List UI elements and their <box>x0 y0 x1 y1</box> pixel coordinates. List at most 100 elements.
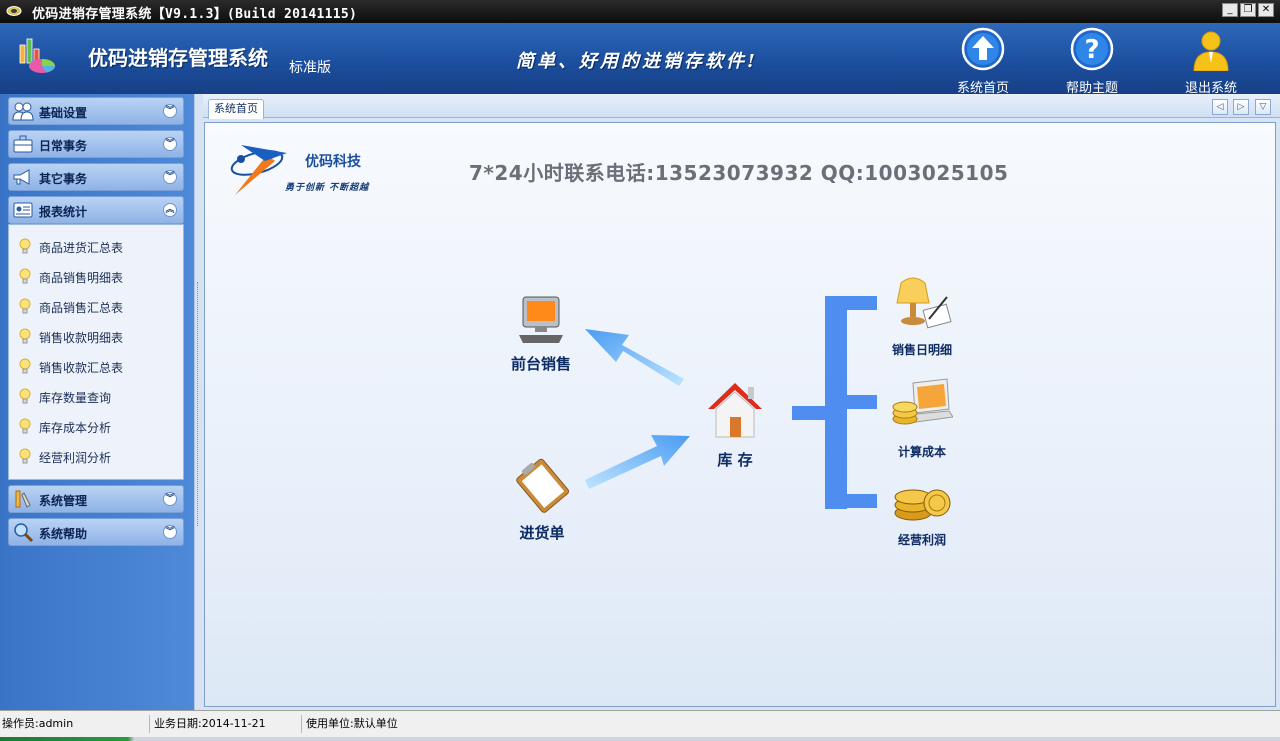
user-exit-icon <box>1193 31 1229 72</box>
chevron-down-icon[interactable]: ︾ <box>163 137 177 151</box>
report-item-label: 销售收款汇总表 <box>39 360 124 375</box>
node-label: 前台销售 <box>510 355 571 373</box>
report-item-profit-analysis[interactable]: 经营利润分析 <box>19 446 179 468</box>
magnifier-icon <box>14 523 34 542</box>
report-item-sales-summary[interactable]: 商品销售汇总表 <box>19 296 179 318</box>
chevron-down-icon[interactable]: ︾ <box>163 104 177 118</box>
app-logo-icon <box>6 6 22 16</box>
clipboard-icon <box>516 458 570 513</box>
reports-submenu: 商品进货汇总表 商品销售明细表 商品销售汇总表 销售收款明细表 销售收款汇总表 … <box>8 224 184 480</box>
node-daily-sales[interactable]: 销售日明细 <box>881 273 963 358</box>
window-controls: _ ❐ ✕ <box>1222 3 1274 17</box>
lightbulb-icon <box>19 268 31 284</box>
sidebar: 基础设置 ︾ 日常事务 ︾ 其它事务 ︾ 报表统计 ︽ 商品进货汇总表 商品销售… <box>0 94 194 710</box>
lightbulb-icon <box>19 358 31 374</box>
report-item-label: 商品销售汇总表 <box>39 300 124 315</box>
tab-next-button[interactable]: ▷ <box>1233 99 1249 115</box>
menu-group-reports[interactable]: 报表统计 ︽ <box>8 196 184 224</box>
report-item-label: 商品销售明细表 <box>39 270 124 285</box>
arrow-from-purchase <box>585 435 690 489</box>
lightbulb-icon <box>19 448 31 464</box>
svg-text:?: ? <box>1084 35 1099 65</box>
lamp-document-icon <box>896 277 952 329</box>
lightbulb-icon <box>19 388 31 404</box>
tab-home[interactable]: 系统首页 <box>208 99 264 119</box>
tools-icon <box>15 490 31 508</box>
report-item-purchase-summary[interactable]: 商品进货汇总表 <box>19 236 179 258</box>
status-unit: 使用单位:默认单位 <box>306 717 398 730</box>
lightbulb-icon <box>19 298 31 314</box>
report-item-receipt-summary[interactable]: 销售收款汇总表 <box>19 356 179 378</box>
report-card-icon <box>13 202 33 218</box>
help-icon: ? <box>1070 27 1114 71</box>
coins-icon <box>894 489 951 521</box>
home-panel: 优码科技 勇于创新 不断超越 7*24小时联系电话:13523073932 QQ… <box>204 122 1276 707</box>
megaphone-icon <box>13 169 30 185</box>
node-purchase-order[interactable]: 进货单 <box>505 456 579 543</box>
report-item-sales-detail[interactable]: 商品销售明细表 <box>19 266 179 288</box>
chevron-down-icon[interactable]: ︾ <box>163 492 177 506</box>
window-title: 优码进销存管理系统【V9.1.3】(Build 20141115) <box>32 7 358 22</box>
node-profit[interactable]: 经营利润 <box>885 479 959 548</box>
briefcase-icon <box>13 135 33 153</box>
computer-icon <box>519 296 563 343</box>
menu-group-system-help[interactable]: 系统帮助 ︾ <box>8 518 184 546</box>
lightbulb-icon <box>19 238 31 254</box>
home-arrow-icon <box>961 27 1005 71</box>
brand-name: 优码进销存管理系统 <box>88 46 268 70</box>
brand-chart-icon <box>19 38 55 73</box>
report-item-label: 商品进货汇总表 <box>39 240 124 255</box>
node-label: 库 存 <box>717 451 753 469</box>
restore-button[interactable]: ❐ <box>1240 3 1256 17</box>
help-nav-button[interactable]: ? 帮助主题 <box>1052 27 1132 96</box>
status-bar: 操作员:admin 业务日期:2014-11-21 使用单位:默认单位 <box>0 710 1280 741</box>
menu-group-label: 系统帮助 <box>39 527 88 541</box>
node-label: 进货单 <box>519 524 565 542</box>
report-item-label: 经营利润分析 <box>39 450 112 465</box>
splitter-grip[interactable] <box>197 282 201 526</box>
menu-group-label: 系统管理 <box>39 494 88 508</box>
menu-group-other-affairs[interactable]: 其它事务 ︾ <box>8 163 184 191</box>
lightbulb-icon <box>19 418 31 434</box>
close-button[interactable]: ✕ <box>1258 3 1274 17</box>
chevron-up-icon[interactable]: ︽ <box>163 203 177 217</box>
users-icon <box>12 102 34 121</box>
title-bar[interactable]: 优码进销存管理系统【V9.1.3】(Build 20141115) _ ❐ ✕ <box>0 0 1280 23</box>
status-operator: 操作员:admin <box>0 715 150 733</box>
menu-group-label: 报表统计 <box>39 205 88 219</box>
menu-group-basic-settings[interactable]: 基础设置 ︾ <box>8 97 184 125</box>
slogan: 简单、好用的进销存软件! <box>516 51 758 72</box>
report-item-label: 库存数量查询 <box>39 390 112 405</box>
menu-group-daily-affairs[interactable]: 日常事务 ︾ <box>8 130 184 158</box>
lightbulb-icon <box>19 328 31 344</box>
tab-bar: 系统首页 ◁ ▷ ▽ <box>203 94 1280 119</box>
tab-menu-button[interactable]: ▽ <box>1255 99 1271 115</box>
report-item-stock-query[interactable]: 库存数量查询 <box>19 386 179 408</box>
node-label: 经营利润 <box>897 533 946 547</box>
node-calc-cost[interactable]: 计算成本 <box>885 375 959 460</box>
report-item-label: 库存成本分析 <box>39 420 112 435</box>
app-header: 优码进销存管理系统 标准版 简单、好用的进销存软件! 系统首页 ? 帮助主题 退… <box>0 23 1280 96</box>
node-front-sales[interactable]: 前台销售 <box>506 293 576 374</box>
node-label: 销售日明细 <box>891 343 952 357</box>
chevron-down-icon[interactable]: ︾ <box>163 525 177 539</box>
app-window: 优码进销存管理系统【V9.1.3】(Build 20141115) _ ❐ ✕ … <box>0 0 1280 741</box>
bracket-connector <box>792 296 877 509</box>
menu-group-label: 基础设置 <box>39 106 88 120</box>
main-area: 系统首页 ◁ ▷ ▽ 优码科技 勇于创新 不断超越 7*24小时联系电话:135… <box>203 94 1280 710</box>
chevron-down-icon[interactable]: ︾ <box>163 170 177 184</box>
menu-group-label: 日常事务 <box>39 139 88 153</box>
report-item-receipt-detail[interactable]: 销售收款明细表 <box>19 326 179 348</box>
arrow-to-front-sales <box>585 329 684 386</box>
menu-group-system-management[interactable]: 系统管理 ︾ <box>8 485 184 513</box>
exit-nav-button[interactable]: 退出系统 <box>1171 27 1251 96</box>
minimize-button[interactable]: _ <box>1222 3 1238 17</box>
sidebar-splitter[interactable] <box>194 94 203 710</box>
edition-label: 标准版 <box>289 60 331 76</box>
report-item-label: 销售收款明细表 <box>39 330 124 345</box>
home-nav-button[interactable]: 系统首页 <box>943 27 1023 96</box>
tab-prev-button[interactable]: ◁ <box>1212 99 1228 115</box>
node-inventory[interactable]: 库 存 <box>702 379 768 470</box>
report-item-stock-cost[interactable]: 库存成本分析 <box>19 416 179 438</box>
status-business-date: 业务日期:2014-11-21 <box>152 715 302 733</box>
